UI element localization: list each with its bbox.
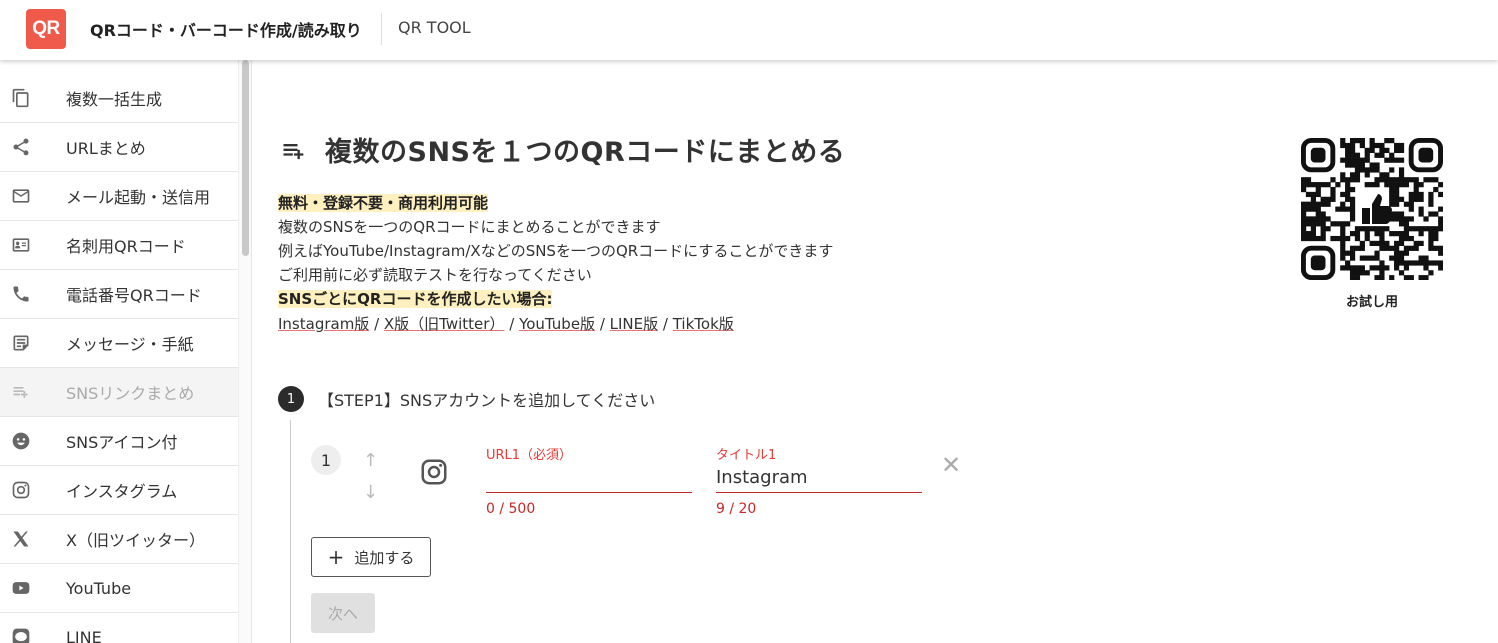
url-field-label: URL1（必須） xyxy=(486,448,573,463)
link-tiktok-version[interactable]: TikTok版 xyxy=(673,315,734,333)
title-char-count: 9 / 20 xyxy=(716,501,757,517)
add-sns-button[interactable]: + 追加する xyxy=(311,537,431,577)
url-field: URL1（必須） 0 / 500 xyxy=(486,444,692,517)
sidebar-item-url-summary[interactable]: URLまとめ xyxy=(0,123,238,172)
app-title[interactable]: QRコード・バーコード作成/読み取り xyxy=(90,17,362,41)
app-subtitle: QR TOOL xyxy=(398,18,471,37)
sidebar-item-label: X（旧ツイッター） xyxy=(66,531,205,550)
link-instagram-version[interactable]: Instagram版 xyxy=(278,315,369,333)
sidebar-item-sns-links[interactable]: SNSリンクまとめ xyxy=(0,368,238,417)
move-down-icon[interactable]: ↓ xyxy=(363,482,378,503)
sidebar-item-business-card[interactable]: 名刺用QRコード xyxy=(0,221,238,270)
sidebar-item-label: SNSアイコン付 xyxy=(66,433,178,452)
sidebar-item-phone[interactable]: 電話番号QRコード xyxy=(0,270,238,319)
sidebar-item-mail[interactable]: メール起動・送信用 xyxy=(0,172,238,221)
link-x-version[interactable]: X版（旧Twitter） xyxy=(384,315,505,333)
add-button-label: 追加する xyxy=(354,548,415,567)
sidebar-item-label: インスタグラム xyxy=(66,482,178,501)
sidebar-item-line[interactable]: LINE xyxy=(0,613,238,643)
sidebar-item-sns-icon[interactable]: SNSアイコン付 xyxy=(0,417,238,466)
description-line: 例えばYouTube/Instagram/XなどのSNSを一つのQRコードにする… xyxy=(278,242,834,260)
copy-icon xyxy=(10,87,32,109)
sidebar: 複数一括生成 URLまとめ メール起動・送信用 名刺用QRコード 電話番号QRコ… xyxy=(0,60,238,643)
sidebar-item-instagram[interactable]: インスタグラム xyxy=(0,466,238,515)
qr-caption: お試し用 xyxy=(1345,295,1398,310)
x-logo-icon xyxy=(10,528,32,550)
step-label: 【STEP1】SNSアカウントを追加してください xyxy=(318,391,656,410)
sidebar-item-label: 電話番号QRコード xyxy=(66,286,202,305)
playlist-add-icon xyxy=(10,381,32,403)
instagram-icon xyxy=(10,479,32,501)
description-line: 複数のSNSを一つのQRコードにまとめることができます xyxy=(278,218,661,236)
sample-qr-code xyxy=(1301,138,1444,281)
sidebar-item-label: YouTube xyxy=(66,578,132,598)
line-icon xyxy=(10,626,32,643)
sidebar-item-label: LINE xyxy=(66,627,102,643)
instagram-icon xyxy=(419,457,449,491)
remove-row-icon[interactable]: ✕ xyxy=(941,453,961,477)
sidebar-item-label: メッセージ・手紙 xyxy=(66,335,194,354)
sidebar-item-label: URLまとめ xyxy=(66,139,146,158)
mail-icon xyxy=(10,185,32,207)
sidebar-item-bulk-generate[interactable]: 複数一括生成 xyxy=(0,74,238,123)
phone-icon xyxy=(10,283,32,305)
sidebar-item-x[interactable]: X（旧ツイッター） xyxy=(0,515,238,564)
url-input[interactable] xyxy=(486,467,692,493)
description-line: ご利用前に必ず読取テストを行なってください xyxy=(278,266,592,284)
page-title: 複数のSNSを１つのQRコードにまとめる xyxy=(325,137,846,168)
main-content: 複数のSNSを１つのQRコードにまとめる 無料・登録不要・商用利用可能 複数のS… xyxy=(253,60,1498,643)
header-divider xyxy=(381,13,382,45)
sns-row-index: 1 xyxy=(311,445,341,475)
next-button[interactable]: 次へ xyxy=(311,593,375,633)
feature-highlight: 無料・登録不要・商用利用可能 xyxy=(278,194,489,212)
per-sns-highlight: SNSごとにQRコードを作成したい場合: xyxy=(278,290,553,308)
sidebar-item-label: 名刺用QRコード xyxy=(66,237,186,256)
app-logo[interactable]: QR xyxy=(26,9,66,49)
sidebar-item-label: SNSリンクまとめ xyxy=(66,384,195,403)
step-connector xyxy=(290,420,291,643)
smiley-icon xyxy=(10,430,32,452)
title-input[interactable]: Instagram xyxy=(716,467,922,493)
title-field-label: タイトル1 xyxy=(716,448,777,463)
move-up-icon[interactable]: ↑ xyxy=(363,450,378,471)
sidebar-item-label: メール起動・送信用 xyxy=(66,188,211,207)
share-icon xyxy=(10,136,32,158)
per-sns-links: Instagram版 / X版（旧Twitter） / YouTube版 / L… xyxy=(278,315,734,333)
link-youtube-version[interactable]: YouTube版 xyxy=(519,315,595,333)
step-number: 1 xyxy=(278,386,304,412)
sidebar-scrollbar-thumb[interactable] xyxy=(242,60,249,256)
note-icon xyxy=(10,332,32,354)
sidebar-item-youtube[interactable]: YouTube xyxy=(0,564,238,613)
sidebar-item-message[interactable]: メッセージ・手紙 xyxy=(0,319,238,368)
title-field: タイトル1 Instagram 9 / 20 xyxy=(716,444,922,517)
plus-icon: + xyxy=(327,545,345,569)
contact-card-icon xyxy=(10,234,32,256)
youtube-icon xyxy=(10,577,32,599)
app-header: QR QRコード・バーコード作成/読み取り QR TOOL xyxy=(0,0,1498,60)
playlist-add-icon xyxy=(280,137,308,169)
sidebar-item-label: 複数一括生成 xyxy=(66,90,163,109)
url-char-count: 0 / 500 xyxy=(486,501,536,517)
link-line-version[interactable]: LINE版 xyxy=(610,315,658,333)
